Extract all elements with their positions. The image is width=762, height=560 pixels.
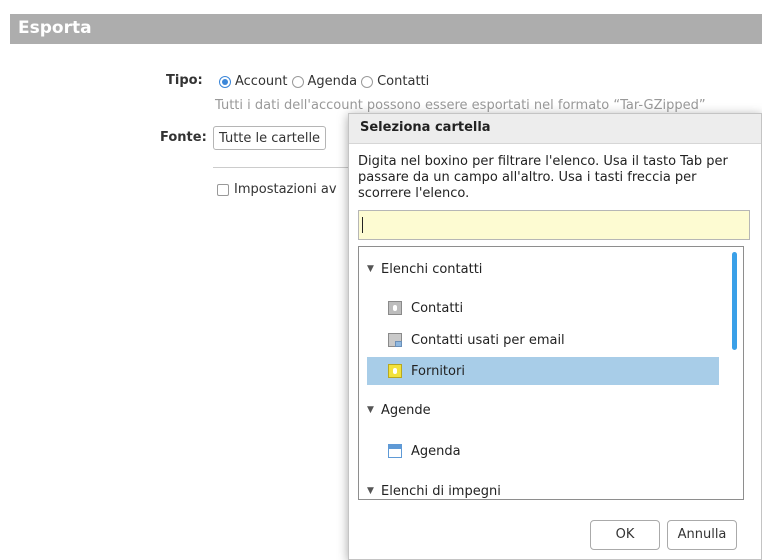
- source-folder-button[interactable]: Tutte le cartelle: [213, 126, 327, 150]
- triangle-down-icon[interactable]: ▼: [367, 264, 381, 274]
- radio-contatti-label: Contatti: [377, 74, 430, 89]
- tree-group-agende[interactable]: ▼ Agende: [367, 396, 431, 424]
- tree-item-label: Contatti usati per email: [411, 332, 565, 348]
- ok-button[interactable]: OK: [590, 520, 660, 550]
- supplier-card-icon: [388, 364, 402, 378]
- dialog-instructions: Digita nel boxino per filtrare l'elenco.…: [358, 154, 728, 201]
- tree-item-fornitori[interactable]: Fornitori: [367, 357, 719, 385]
- tree-group-label: Elenchi contatti: [381, 261, 483, 277]
- folder-tree[interactable]: ▼ Elenchi contatti Contatti Contatti usa…: [358, 246, 744, 500]
- tree-item-contatti[interactable]: Contatti: [388, 294, 463, 322]
- export-hint: Tutti i dati dell'account possono essere…: [215, 98, 706, 113]
- text-caret: [362, 217, 363, 233]
- folder-filter-input[interactable]: [358, 210, 750, 240]
- radio-agenda[interactable]: Agenda: [291, 74, 358, 89]
- tree-scrollbar[interactable]: [732, 252, 737, 350]
- dialog-title: Seleziona cartella: [360, 120, 491, 135]
- contact-card-icon: [388, 301, 402, 315]
- tree-item-label: Agenda: [411, 443, 461, 459]
- radio-contatti[interactable]: Contatti: [361, 74, 429, 89]
- tree-item-label: Contatti: [411, 300, 464, 316]
- radio-account-label: Account: [235, 74, 288, 89]
- type-radio-group: Account Agenda Contatti: [219, 74, 433, 89]
- radio-agenda-label: Agenda: [307, 74, 358, 89]
- cancel-button[interactable]: Annulla: [667, 520, 737, 550]
- radio-account-button[interactable]: [219, 75, 231, 88]
- tree-group-label: Agende: [381, 402, 431, 418]
- advanced-settings-label: Impostazioni av: [234, 182, 337, 197]
- tree-item-agenda[interactable]: Agenda: [388, 437, 461, 465]
- fonte-label: Fonte:: [160, 130, 207, 145]
- select-folder-dialog: Seleziona cartella Digita nel boxino per…: [348, 113, 762, 560]
- divider: [213, 167, 353, 168]
- tree-item-label: Fornitori: [411, 363, 465, 379]
- contact-email-icon: [388, 333, 402, 347]
- dialog-titlebar: Seleziona cartella: [349, 114, 761, 144]
- advanced-settings-toggle[interactable]: Impostazioni av: [217, 182, 337, 197]
- calendar-icon: [388, 444, 402, 458]
- tree-group-label: Elenchi di impegni: [381, 483, 501, 499]
- triangle-down-icon[interactable]: ▼: [367, 405, 381, 415]
- page-title: Esporta: [18, 18, 92, 38]
- export-header: Esporta: [10, 14, 762, 44]
- tree-group-contact-lists[interactable]: ▼ Elenchi contatti: [367, 255, 482, 283]
- radio-contatti-button[interactable]: [361, 75, 374, 88]
- tree-item-contatti-email[interactable]: Contatti usati per email: [388, 326, 565, 354]
- triangle-down-icon[interactable]: ▼: [367, 486, 381, 496]
- advanced-settings-checkbox[interactable]: [217, 183, 229, 196]
- tree-group-impegni[interactable]: ▼ Elenchi di impegni: [367, 477, 501, 499]
- tipo-label: Tipo:: [166, 73, 203, 88]
- radio-agenda-button[interactable]: [291, 75, 304, 88]
- radio-account[interactable]: Account: [219, 74, 288, 89]
